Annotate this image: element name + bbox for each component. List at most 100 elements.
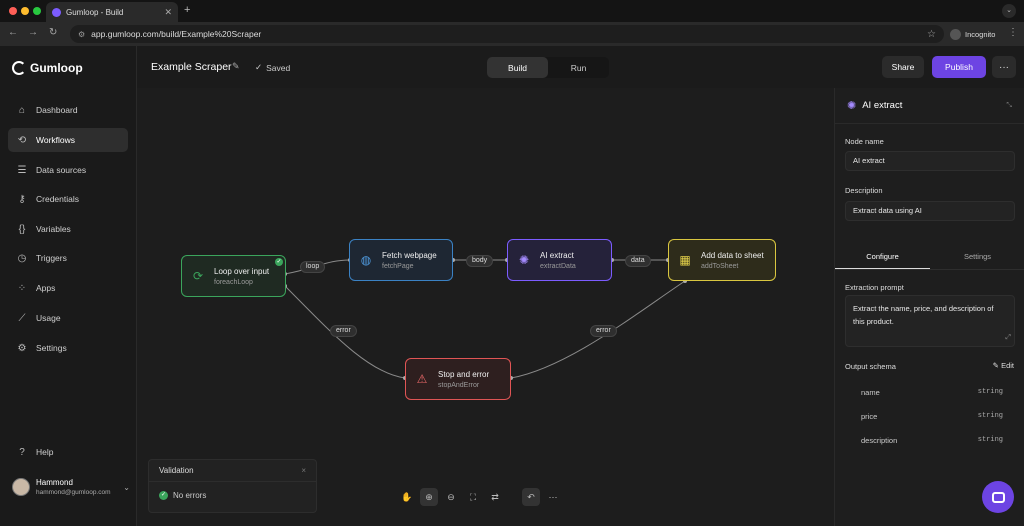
canvas-toolbar: ✋ ⊕ ⊖ ⛶ ⇄ ↶ ⋯ bbox=[396, 486, 566, 508]
browser-tab[interactable]: Gumloop - Build ✕ bbox=[46, 2, 178, 22]
saved-status: ✓ Saved bbox=[255, 62, 290, 73]
tab-configure[interactable]: Configure bbox=[835, 244, 930, 269]
sidebar-item-apps[interactable]: ⁘ Apps bbox=[8, 276, 128, 300]
url-text: app.gumloop.com/build/Example%20Scraper bbox=[91, 29, 262, 39]
schema-field-name: name bbox=[861, 388, 880, 397]
browser-menu-icon[interactable]: ⋮ bbox=[1008, 27, 1018, 38]
edge-label-data[interactable]: data bbox=[625, 255, 651, 267]
close-icon[interactable]: × bbox=[301, 466, 306, 475]
validation-title: Validation bbox=[159, 466, 194, 475]
panel-title: AI extract bbox=[862, 100, 903, 111]
sidebar-item-label: Usage bbox=[36, 313, 61, 323]
node-title: Loop over input bbox=[214, 266, 270, 276]
apps-icon: ⁘ bbox=[17, 282, 27, 294]
back-arrow-icon[interactable]: ← bbox=[8, 27, 18, 38]
chat-icon bbox=[991, 491, 1005, 503]
brain-icon: ✺ bbox=[518, 253, 530, 267]
sidebar-item-settings[interactable]: ⚙ Settings bbox=[8, 336, 128, 360]
more-icon[interactable]: ⋯ bbox=[544, 488, 562, 506]
extraction-prompt-field[interactable]: Extract the name, price, and description… bbox=[845, 295, 1015, 347]
edge-label-error[interactable]: error bbox=[590, 325, 617, 337]
site-info-icon[interactable]: ⚙ bbox=[78, 30, 85, 39]
description-field[interactable]: Extract data using AI bbox=[845, 201, 1015, 221]
bookmark-star-icon[interactable]: ☆ bbox=[927, 29, 936, 40]
sidebar-item-label: Credentials bbox=[36, 194, 79, 204]
close-tab-icon[interactable]: ✕ bbox=[164, 7, 172, 18]
forward-arrow-icon[interactable]: → bbox=[28, 27, 38, 38]
sidebar-item-dashboard[interactable]: ⌂ Dashboard bbox=[8, 98, 128, 122]
sidebar-item-workflows[interactable]: ⟲ Workflows bbox=[8, 128, 128, 152]
edge-label-error[interactable]: error bbox=[330, 325, 357, 337]
edit-schema-button[interactable]: ✎ Edit bbox=[993, 361, 1014, 370]
sidebar-item-label: Apps bbox=[36, 283, 56, 293]
tab-settings[interactable]: Settings bbox=[930, 244, 1024, 269]
node-title: Fetch webpage bbox=[382, 250, 437, 260]
gumloop-logo-icon bbox=[12, 61, 26, 75]
chart-icon: ⟋ bbox=[18, 312, 26, 324]
saved-label: Saved bbox=[266, 62, 291, 73]
node-loop-over-input[interactable]: ⟳ Loop over input foreachLoop ✓ bbox=[181, 255, 286, 297]
url-field[interactable]: ⚙ app.gumloop.com/build/Example%20Scrape… bbox=[70, 25, 944, 43]
schema-field-type: string bbox=[977, 388, 1003, 396]
node-ai-extract[interactable]: ✺ AI extract extractData bbox=[507, 239, 612, 281]
variable-icon: {} bbox=[18, 223, 26, 235]
expand-icon[interactable]: ⤢ bbox=[1005, 331, 1011, 344]
node-name-label: Node name bbox=[845, 137, 884, 146]
pencil-icon[interactable]: ✎ bbox=[232, 61, 240, 72]
publish-button[interactable]: Publish bbox=[932, 56, 986, 78]
zoom-out-icon[interactable]: ⊖ bbox=[442, 488, 460, 506]
schema-field-type: string bbox=[977, 436, 1003, 444]
node-stop-and-error[interactable]: ⚠ Stop and error stopAndError bbox=[405, 358, 511, 400]
database-icon: ☰ bbox=[17, 164, 27, 176]
collapse-panel-icon[interactable]: ⤡ bbox=[1006, 102, 1012, 110]
browser-tab-bar: Gumloop - Build ✕ + ⌄ bbox=[0, 0, 1024, 22]
new-tab-button[interactable]: + bbox=[184, 4, 190, 16]
minimize-window-button[interactable] bbox=[21, 7, 29, 15]
undo-icon[interactable]: ↶ bbox=[522, 488, 540, 506]
sidebar-item-label: Variables bbox=[36, 224, 71, 234]
node-fetch-webpage[interactable]: ◍ Fetch webpage fetchPage bbox=[349, 239, 453, 281]
node-name-field[interactable]: AI extract bbox=[845, 151, 1015, 171]
support-chat-button[interactable] bbox=[982, 481, 1014, 513]
user-email: hammond@gumloop.com bbox=[36, 489, 111, 496]
node-add-data-to-sheet[interactable]: ▦ Add data to sheet addToSheet bbox=[668, 239, 776, 281]
incognito-badge[interactable]: Incognito bbox=[950, 26, 995, 42]
sidebar-item-credentials[interactable]: ⚷ Credentials bbox=[8, 187, 128, 211]
edge-label-loop[interactable]: loop bbox=[300, 261, 326, 273]
workflow-canvas[interactable]: ⟳ Loop over input foreachLoop ✓ ◍ Fetch … bbox=[137, 88, 834, 526]
sidebar-item-usage[interactable]: ⟋ Usage bbox=[8, 306, 128, 330]
tab-search-chevron-icon[interactable]: ⌄ bbox=[1002, 4, 1016, 18]
sidebar-item-label: Dashboard bbox=[36, 105, 78, 115]
brain-icon: ✺ bbox=[847, 100, 857, 112]
zoom-in-icon[interactable]: ⊕ bbox=[420, 488, 438, 506]
schema-field-name: price bbox=[861, 412, 878, 421]
maximize-window-button[interactable] bbox=[33, 7, 41, 15]
tab-run[interactable]: Run bbox=[548, 57, 609, 78]
share-button[interactable]: Share bbox=[882, 56, 924, 78]
sidebar-item-variables[interactable]: {} Variables bbox=[8, 217, 128, 241]
tab-build[interactable]: Build bbox=[487, 57, 548, 78]
sidebar-item-label: Workflows bbox=[36, 135, 76, 145]
close-window-button[interactable] bbox=[9, 7, 17, 15]
node-subtitle: foreachLoop bbox=[214, 278, 253, 286]
gumloop-logo[interactable]: Gumloop bbox=[12, 61, 83, 75]
sidebar-item-help[interactable]: ? Help bbox=[8, 440, 128, 464]
workflow-icon: ⟲ bbox=[17, 134, 27, 146]
hand-tool-icon[interactable]: ✋ bbox=[398, 488, 416, 506]
edge-label-body[interactable]: body bbox=[466, 255, 494, 267]
mode-switcher: Build Run bbox=[487, 57, 609, 78]
connector-icon[interactable]: ⇄ bbox=[486, 488, 504, 506]
workflow-title[interactable]: Example Scraper bbox=[151, 61, 232, 73]
spreadsheet-icon: ▦ bbox=[679, 253, 691, 267]
browser-address-bar: ← → ↻ ⚙ app.gumloop.com/build/Example%20… bbox=[0, 22, 1024, 46]
trigger-icon: ◷ bbox=[17, 252, 27, 264]
reload-icon[interactable]: ↻ bbox=[49, 27, 57, 38]
fit-view-icon[interactable]: ⛶ bbox=[464, 488, 482, 506]
home-icon: ⌂ bbox=[18, 104, 26, 116]
panel-tabs: Configure Settings bbox=[835, 244, 1024, 270]
more-options-button[interactable]: ··· bbox=[992, 56, 1016, 78]
node-subtitle: stopAndError bbox=[438, 381, 480, 389]
user-menu[interactable]: Hammond hammond@gumloop.com ⌄ bbox=[12, 478, 130, 496]
sidebar-item-data-sources[interactable]: ☰ Data sources bbox=[8, 158, 128, 182]
sidebar-item-triggers[interactable]: ◷ Triggers bbox=[8, 246, 128, 270]
